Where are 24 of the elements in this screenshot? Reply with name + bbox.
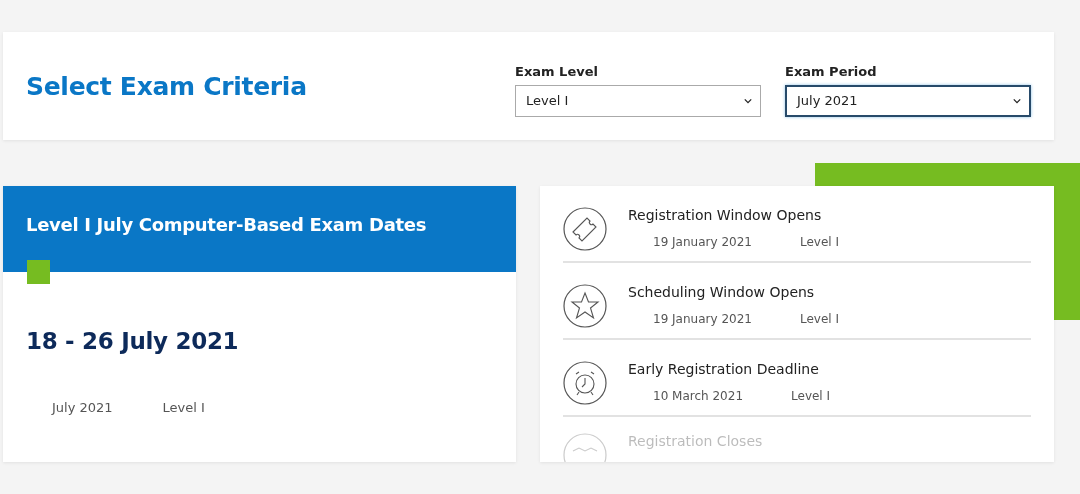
- page-title: Select Exam Criteria: [26, 71, 307, 101]
- exam-dates: 18 - 26 July 2021: [26, 328, 240, 354]
- milestone-level: Level I: [791, 389, 831, 403]
- field-label: Exam Level: [515, 63, 599, 79]
- milestone-level: Level I: [799, 235, 839, 249]
- card-title: Level I July Computer-Based Exam Dates: [26, 213, 427, 235]
- milestone-title: Scheduling Window Opens: [628, 284, 816, 300]
- chevron-down-icon: [1013, 97, 1021, 104]
- period-text: July 2021: [52, 400, 113, 415]
- chevron-down-icon: [744, 97, 752, 104]
- alarm-clock-icon: [563, 361, 607, 405]
- milestone-title: Registration Window Opens: [628, 207, 823, 223]
- level-text: Level I: [162, 400, 205, 415]
- dropdown[interactable]: July 2021: [785, 84, 1031, 117]
- accent-square: [27, 260, 50, 284]
- milestone-title: Registration Closes: [628, 433, 763, 449]
- dropdown[interactable]: Level I: [515, 84, 761, 117]
- milestone-date: 19 January 2021: [653, 312, 752, 326]
- milestone-date: 10 March 2021: [653, 389, 744, 403]
- ticket-icon: [563, 207, 607, 251]
- milestone-level: Level I: [799, 312, 839, 326]
- milestone-title: Early Registration Deadline: [628, 361, 820, 377]
- field-label: Exam Period: [785, 63, 878, 79]
- milestone-date: 19 January 2021: [653, 235, 752, 249]
